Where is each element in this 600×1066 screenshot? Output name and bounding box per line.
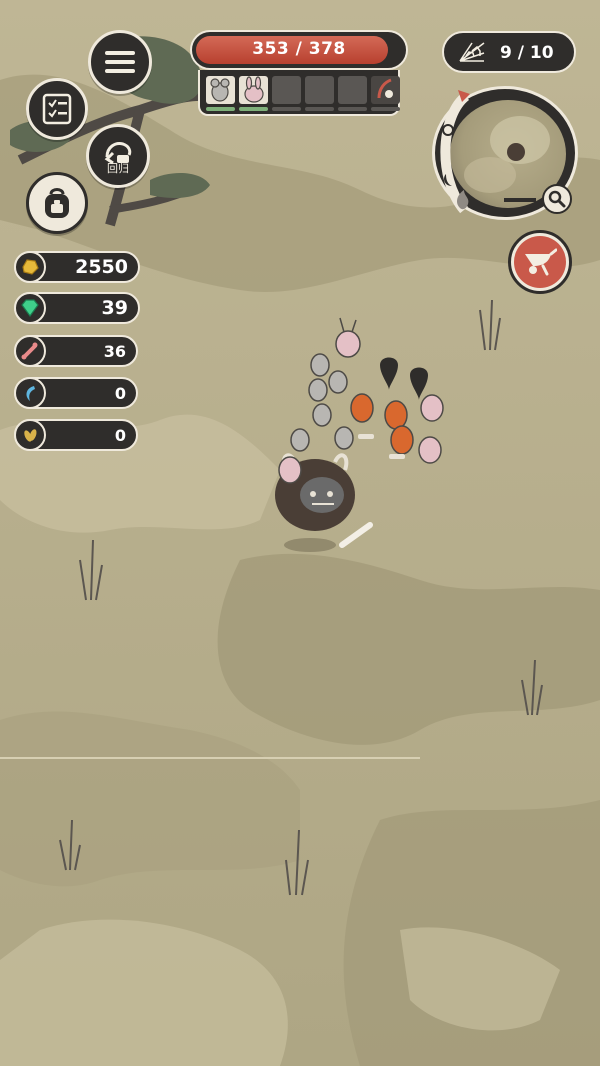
slot-indicator [338, 107, 367, 111]
menu-button[interactable] [88, 30, 152, 94]
map-zoom-button[interactable] [542, 184, 572, 214]
hamburger-icon [105, 51, 135, 73]
backpack-button[interactable] [26, 172, 88, 234]
seed-icon [14, 419, 46, 451]
cart-button-face [514, 236, 566, 288]
slot-indicator [206, 107, 235, 111]
quest-list-button[interactable] [26, 78, 88, 140]
slot-indicator [371, 107, 400, 111]
resource-gems: 39 [14, 292, 140, 324]
magnifier-icon [548, 190, 566, 208]
health-bar: 353 / 378 [190, 30, 408, 70]
resource-bones: 36 [14, 335, 138, 367]
blue-claw-icon [14, 377, 46, 409]
slot-indicator [239, 107, 268, 111]
return-button[interactable]: 回归 [86, 124, 150, 188]
return-icon [104, 141, 132, 164]
party-slot-empty[interactable] [272, 76, 301, 104]
green-gem-icon [14, 292, 46, 324]
gems-value: 39 [101, 297, 128, 319]
party-slot-empty[interactable] [338, 76, 367, 104]
party-slot-special[interactable] [371, 76, 400, 104]
resource-gold: 2550 [14, 251, 140, 283]
seeds-value: 0 [114, 426, 126, 445]
backpack-icon [45, 188, 69, 218]
player-status: 353 / 378 [190, 30, 408, 118]
party-slot-rat[interactable] [206, 76, 235, 104]
party-slot-empty[interactable] [305, 76, 334, 104]
bones-value: 36 [103, 342, 126, 361]
day-night-cycle [440, 90, 470, 214]
spider-web-icon [459, 42, 485, 62]
ally-health-bar [358, 434, 374, 439]
bone-icon [14, 335, 46, 367]
player-marker-icon [507, 143, 525, 161]
resource-seeds: 0 [14, 419, 138, 451]
wheelbarrow-icon [525, 248, 557, 276]
slot-indicator [272, 107, 301, 111]
return-label: 回归 [107, 161, 129, 175]
rabbit-portrait-icon [244, 76, 264, 103]
hunt-ability-icon [377, 78, 393, 99]
game-viewport[interactable]: 回归 353 / 378 9 / 10 2550 39 36 0 0 [0, 0, 600, 1066]
minimap[interactable] [428, 80, 580, 220]
rat-portrait-icon [210, 78, 230, 102]
cart-button[interactable] [508, 230, 572, 294]
party-slot-rabbit[interactable] [239, 76, 268, 104]
health-text: 353 / 378 [252, 39, 346, 59]
web-counter: 9 / 10 [442, 31, 576, 73]
checklist-icon [42, 93, 72, 125]
claws-value: 0 [114, 384, 126, 403]
web-count-text: 9 / 10 [500, 43, 554, 63]
ally-health-bar [389, 454, 405, 459]
gold-value: 2550 [75, 256, 128, 278]
resource-claws: 0 [14, 377, 138, 409]
slot-indicator [305, 107, 334, 111]
party-slots [198, 70, 400, 116]
gold-nugget-icon [14, 251, 46, 283]
